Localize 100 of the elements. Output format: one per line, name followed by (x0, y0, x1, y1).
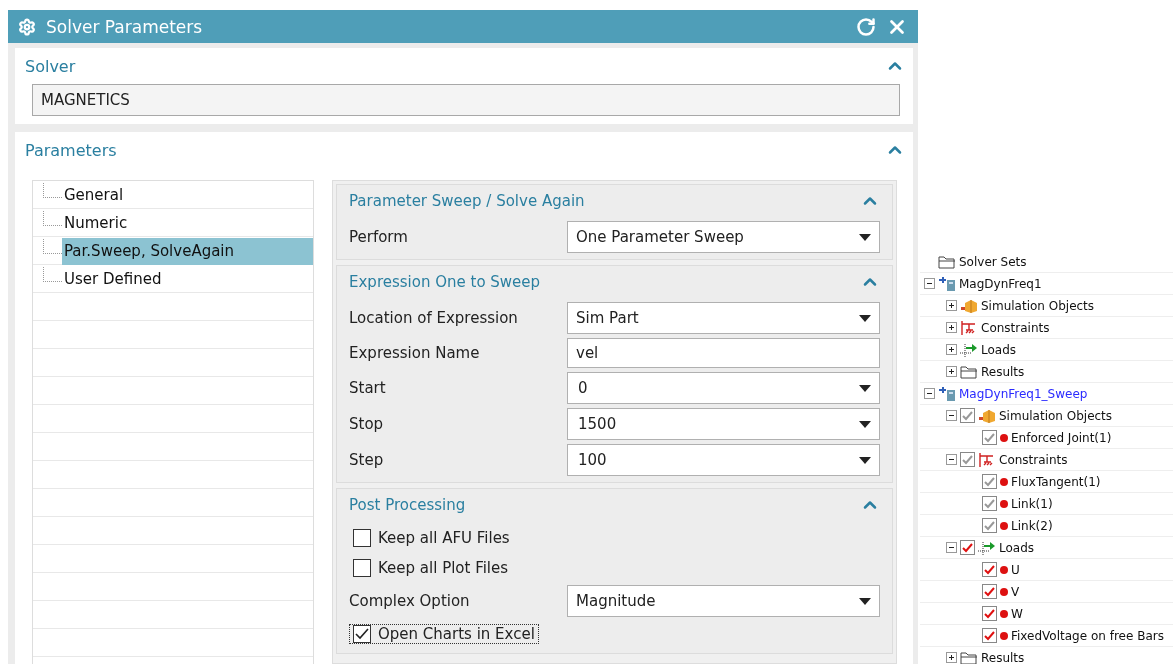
tree-item[interactable]: U (920, 559, 1173, 581)
input-field[interactable]: vel (567, 338, 880, 368)
checkbox-option[interactable]: Keep all AFU Files (349, 528, 514, 548)
checkbox-label: Keep all Plot Files (378, 559, 509, 577)
tree-label: Loads (981, 342, 1017, 357)
dropdown-value: Magnitude (576, 592, 656, 610)
field-label: Step (349, 451, 385, 469)
caret-icon (859, 233, 871, 241)
collapse-icon[interactable] (946, 542, 957, 553)
load-arrow-icon (960, 342, 978, 357)
constraint-icon (960, 319, 978, 336)
tree-item[interactable]: W (920, 603, 1173, 625)
tree-label: Simulation Objects (999, 408, 1113, 423)
dropdown[interactable]: One Parameter Sweep (567, 221, 880, 253)
combo-field[interactable]: 100 (567, 444, 880, 476)
checkbox[interactable] (353, 529, 371, 547)
tree-item[interactable]: Link(2) (920, 515, 1173, 537)
dot-icon (1000, 587, 1008, 596)
dot-icon (1000, 565, 1008, 574)
load-arrow-icon (978, 540, 996, 555)
category-item[interactable]: Par.Sweep, SolveAgain (62, 237, 313, 265)
checkbox[interactable] (353, 559, 371, 577)
section-title: Solver (25, 56, 76, 76)
tree-item[interactable]: Loads (920, 537, 1173, 559)
cube-icon (978, 408, 996, 423)
tree-label: Simulation Objects (981, 298, 1095, 313)
collapse-icon[interactable] (946, 454, 957, 465)
tree-label: MagDynFreq1 (959, 276, 1042, 291)
tree-item[interactable]: Constraints (920, 449, 1173, 471)
tree-label: Constraints (999, 452, 1068, 467)
tree-item[interactable]: Constraints (920, 317, 1173, 339)
combo-field[interactable]: 0 (567, 372, 880, 404)
dot-icon (1000, 521, 1008, 530)
dropdown-value: One Parameter Sweep (576, 228, 744, 246)
field-label: Perform (349, 228, 409, 246)
checkbox[interactable] (353, 625, 371, 643)
reset-button[interactable] (856, 16, 876, 37)
field-label: Stop (349, 415, 385, 433)
dropdown[interactable]: Magnitude (567, 585, 880, 617)
checkmark-icon (355, 628, 369, 640)
tree-item[interactable]: FluxTangent(1) (920, 471, 1173, 493)
folder-icon (938, 254, 956, 269)
collapse-icon[interactable] (924, 278, 935, 289)
dot-icon (1000, 499, 1008, 508)
tree-label: Link(1) (1011, 496, 1053, 511)
field-label: Expression Name (349, 344, 481, 362)
tree-label: FixedVoltage on free Bars (1011, 628, 1164, 643)
group-title: Post Processing (349, 496, 466, 514)
tree-label: FluxTangent(1) (1011, 474, 1101, 489)
tree-item[interactable]: Solver Sets (920, 251, 1173, 273)
folder-icon (960, 650, 978, 664)
field-label: Location of Expression (349, 309, 519, 327)
tree-label: W (1011, 606, 1023, 621)
tree-item[interactable]: FixedVoltage on free Bars (920, 625, 1173, 647)
expand-icon[interactable] (946, 322, 957, 333)
tree-item[interactable]: Simulation Objects (920, 295, 1173, 317)
caret-icon (859, 420, 871, 428)
tree-item[interactable]: Results (920, 647, 1173, 664)
tree-item[interactable]: Results (920, 361, 1173, 383)
tree-label: Enforced Joint(1) (1011, 430, 1112, 445)
checkbox-label: Open Charts in Excel (378, 625, 535, 643)
expand-icon[interactable] (946, 300, 957, 311)
settings-icon (18, 17, 36, 36)
expand-icon[interactable] (946, 652, 957, 663)
checkbox-option[interactable]: Open Charts in Excel (349, 624, 539, 644)
tree-item[interactable]: Simulation Objects (920, 405, 1173, 427)
caret-icon (859, 456, 871, 464)
solver-field: MAGNETICS (32, 84, 900, 116)
tree-item[interactable]: Loads (920, 339, 1173, 361)
tree-label: Loads (999, 540, 1035, 555)
dropdown-value: 1500 (577, 415, 617, 433)
collapse-icon[interactable] (946, 410, 957, 421)
expand-icon[interactable] (946, 344, 957, 355)
dot-icon (1000, 609, 1008, 618)
dropdown[interactable]: Sim Part (567, 302, 880, 334)
folder-icon (960, 364, 978, 379)
dot-icon (1000, 433, 1008, 442)
category-item[interactable]: User Defined (62, 265, 313, 293)
tree-label: Link(2) (1011, 518, 1053, 533)
tree-item[interactable]: Link(1) (920, 493, 1173, 515)
window-title: Solver Parameters (46, 16, 204, 37)
tree-item[interactable]: MagDynFreq1_Sweep (920, 383, 1173, 405)
cube-icon (960, 298, 978, 313)
category-item[interactable]: General (62, 181, 313, 209)
tree-label: MagDynFreq1_Sweep (959, 386, 1088, 401)
tree-item[interactable]: Enforced Joint(1) (920, 427, 1173, 449)
dot-icon (1000, 631, 1008, 640)
category-item[interactable]: Numeric (62, 209, 313, 237)
expand-icon[interactable] (946, 366, 957, 377)
tree-label: Results (981, 650, 1025, 664)
checkbox-label: Keep all AFU Files (378, 529, 510, 547)
checkbox-option[interactable]: Keep all Plot Files (349, 558, 513, 578)
solution-icon (938, 276, 956, 291)
tree-item[interactable]: MagDynFreq1 (920, 273, 1173, 295)
tree-label: Solver Sets (959, 254, 1027, 269)
combo-field[interactable]: 1500 (567, 408, 880, 440)
group-title: Parameter Sweep / Solve Again (349, 192, 585, 210)
collapse-icon[interactable] (924, 388, 935, 399)
tree-item[interactable]: V (920, 581, 1173, 603)
tree-label: Results (981, 364, 1025, 379)
